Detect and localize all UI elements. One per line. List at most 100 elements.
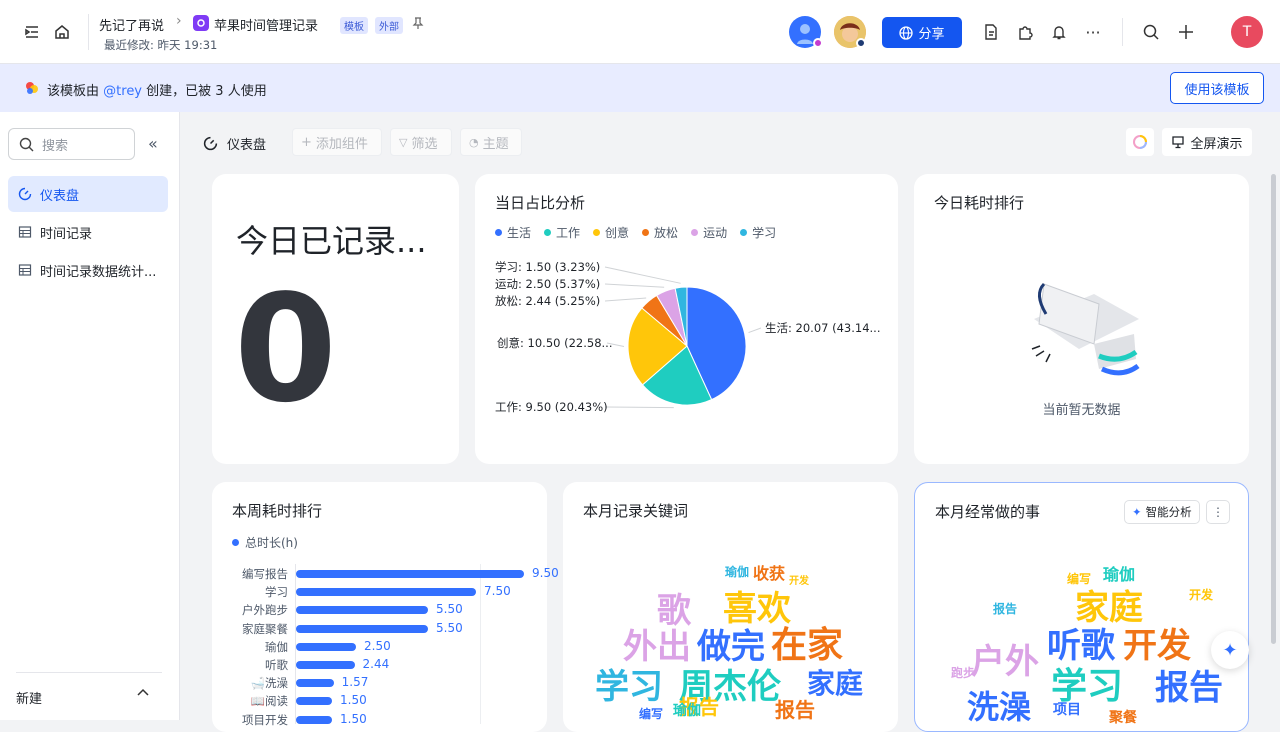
word-cloud-word[interactable]: 报告 bbox=[775, 700, 815, 720]
word-cloud-word[interactable]: 歌 bbox=[657, 594, 691, 628]
word-cloud: 学习 周杰伦 家庭 外出 做完 在家 喜欢歌收获 瑜伽 开发 报告 编写 瑜伽 报告 bbox=[563, 482, 898, 732]
sidebar-item-time-records[interactable]: 时间记录 bbox=[8, 214, 168, 250]
bar[interactable] bbox=[296, 570, 524, 578]
bell-icon[interactable] bbox=[1049, 22, 1069, 42]
word-cloud-word[interactable]: 学习 bbox=[1051, 669, 1123, 705]
collapse-sidebar-icon[interactable]: « bbox=[148, 134, 158, 153]
word-cloud-word[interactable]: 开发 bbox=[1123, 629, 1191, 663]
bar-value-label: 1.57 bbox=[341, 675, 369, 690]
pie-data-label: 学习: 1.50 (3.23%) bbox=[495, 260, 600, 274]
word-cloud-word[interactable]: 听歌 bbox=[1047, 629, 1115, 663]
new-button[interactable]: 新建 bbox=[16, 688, 42, 707]
theme-label: 主题 bbox=[482, 136, 509, 152]
sidebar-item-label: 时间记录数据统计... bbox=[40, 264, 157, 280]
word-cloud-word[interactable]: 在家 bbox=[771, 628, 843, 664]
word-cloud-word[interactable]: 聚餐 bbox=[1109, 711, 1137, 725]
word-cloud-word[interactable]: 喜欢 bbox=[723, 592, 791, 626]
chevron-up-icon[interactable] bbox=[136, 686, 150, 704]
banner-text: 该模板由 @trey 创建，已被 3 人使用 bbox=[47, 80, 267, 99]
word-cloud-word[interactable]: 收获 bbox=[753, 566, 785, 582]
pin-icon[interactable] bbox=[410, 15, 426, 31]
word-cloud-word[interactable]: 跑步 bbox=[951, 667, 975, 679]
word-cloud-word[interactable]: 洗澡 bbox=[967, 691, 1031, 723]
external-tag: 外部 bbox=[375, 17, 403, 34]
ai-assistant-button[interactable] bbox=[1126, 128, 1154, 156]
week-rank-card: 本周耗时排行 总时长(h) 编写报告 9.50 学习 7.50 户外跑步 5.50 家庭聚餐… bbox=[212, 482, 559, 732]
word-cloud-word[interactable]: 户外 bbox=[971, 645, 1039, 679]
bar[interactable] bbox=[296, 624, 428, 633]
fullscreen-label: 全屏演示 bbox=[1190, 136, 1243, 152]
fullscreen-button[interactable]: 全屏演示 bbox=[1162, 128, 1252, 156]
word-cloud-word[interactable]: 编写 bbox=[1067, 573, 1091, 585]
add-component-button[interactable]: + 添加组件 bbox=[292, 128, 382, 156]
word-cloud-word[interactable]: 外出 bbox=[623, 630, 691, 664]
pie-label-line bbox=[604, 266, 681, 284]
sidebar-item-dashboard[interactable]: 仪表盘 bbox=[8, 176, 168, 212]
search-input[interactable]: 搜索 bbox=[8, 128, 135, 160]
pie-label-line bbox=[604, 283, 665, 288]
status-dot bbox=[813, 38, 823, 48]
grid-line bbox=[480, 564, 481, 724]
empty-state-illustration bbox=[1031, 282, 1140, 376]
search-icon[interactable] bbox=[1141, 22, 1161, 42]
table-icon bbox=[18, 226, 32, 238]
plus-icon: + bbox=[301, 134, 312, 150]
word-cloud-word[interactable]: 项目 bbox=[1053, 703, 1081, 717]
word-cloud-word[interactable]: 瑜伽 bbox=[1103, 567, 1135, 583]
sidebar-item-label: 时间记录 bbox=[40, 226, 93, 242]
bar-value-label: 2.44 bbox=[362, 657, 390, 671]
bar-category-label: 📖阅读 bbox=[250, 694, 288, 709]
bar[interactable] bbox=[296, 588, 476, 597]
breadcrumb-parent[interactable]: 先记了再说 bbox=[99, 15, 164, 34]
word-cloud-word[interactable]: 学习 bbox=[595, 670, 663, 704]
bar[interactable] bbox=[296, 606, 428, 615]
floating-ai-button[interactable]: ✦ bbox=[1211, 631, 1249, 669]
today-recorded-card: 今日已记录... 0 bbox=[212, 174, 459, 464]
presentation-icon bbox=[1172, 136, 1185, 149]
plugin-icon[interactable] bbox=[1015, 22, 1035, 42]
user-avatar[interactable]: T bbox=[1231, 16, 1263, 48]
use-template-button[interactable]: 使用该模板 bbox=[1170, 72, 1264, 104]
bar[interactable] bbox=[296, 679, 334, 688]
bar-value-label: 7.50 bbox=[484, 584, 511, 599]
theme-button[interactable]: ◔ 主题 bbox=[460, 128, 522, 156]
bar-category-label: 家庭聚餐 bbox=[242, 621, 288, 636]
word-cloud-word[interactable]: 瑜伽 bbox=[673, 704, 701, 718]
bar[interactable] bbox=[296, 642, 356, 651]
dashboard-tab[interactable]: 仪表盘 bbox=[203, 134, 266, 153]
filter-button[interactable]: ▽ 筛选 bbox=[390, 128, 452, 156]
legend-dot bbox=[232, 539, 239, 546]
word-cloud-word[interactable]: 做完 bbox=[697, 630, 765, 664]
sidebar-toggle-icon[interactable] bbox=[22, 22, 42, 42]
word-cloud-word[interactable]: 报告 bbox=[993, 603, 1017, 615]
pie-label-line bbox=[748, 327, 762, 334]
home-icon[interactable] bbox=[52, 22, 72, 42]
word-cloud-word[interactable]: 瑜伽 bbox=[725, 566, 749, 578]
word-cloud-word[interactable]: 开发 bbox=[1189, 589, 1213, 601]
doc-title[interactable]: 苹果时间管理记录 bbox=[214, 15, 318, 34]
pie-data-label: 工作: 9.50 (20.43%) bbox=[495, 400, 608, 414]
filter-label: 筛选 bbox=[411, 136, 438, 152]
word-cloud-word[interactable]: 编写 bbox=[639, 708, 663, 720]
creator-mention[interactable]: @trey bbox=[103, 84, 142, 99]
bar-value-label: 9.50 bbox=[532, 566, 559, 580]
bar-category-label: 听歌 bbox=[265, 658, 288, 672]
word-cloud-word[interactable]: 开发 bbox=[789, 577, 809, 587]
scrollbar[interactable] bbox=[1271, 174, 1276, 644]
bar-value-label: 5.50 bbox=[436, 602, 463, 617]
bar[interactable] bbox=[296, 697, 332, 706]
last-modified: 最近修改: 昨天 19:31 bbox=[104, 38, 218, 52]
metric-value: 0 bbox=[234, 263, 337, 435]
bar[interactable] bbox=[296, 661, 355, 669]
doc-info-icon[interactable] bbox=[981, 22, 1001, 42]
word-cloud-word[interactable]: 家庭 bbox=[1075, 591, 1143, 625]
word-cloud-word[interactable]: 报告 bbox=[1155, 671, 1223, 705]
share-button[interactable]: 分享 bbox=[882, 17, 962, 48]
pie-label-line bbox=[604, 406, 674, 409]
add-component-label: 添加组件 bbox=[315, 136, 368, 152]
more-icon[interactable]: ··· bbox=[1083, 22, 1103, 42]
sidebar-item-stats[interactable]: 时间记录数据统计... bbox=[8, 252, 168, 288]
word-cloud-word[interactable]: 家庭 bbox=[807, 670, 863, 698]
banner-suffix: 创建，已被 3 人使用 bbox=[146, 84, 267, 99]
plus-icon[interactable] bbox=[1176, 22, 1196, 42]
